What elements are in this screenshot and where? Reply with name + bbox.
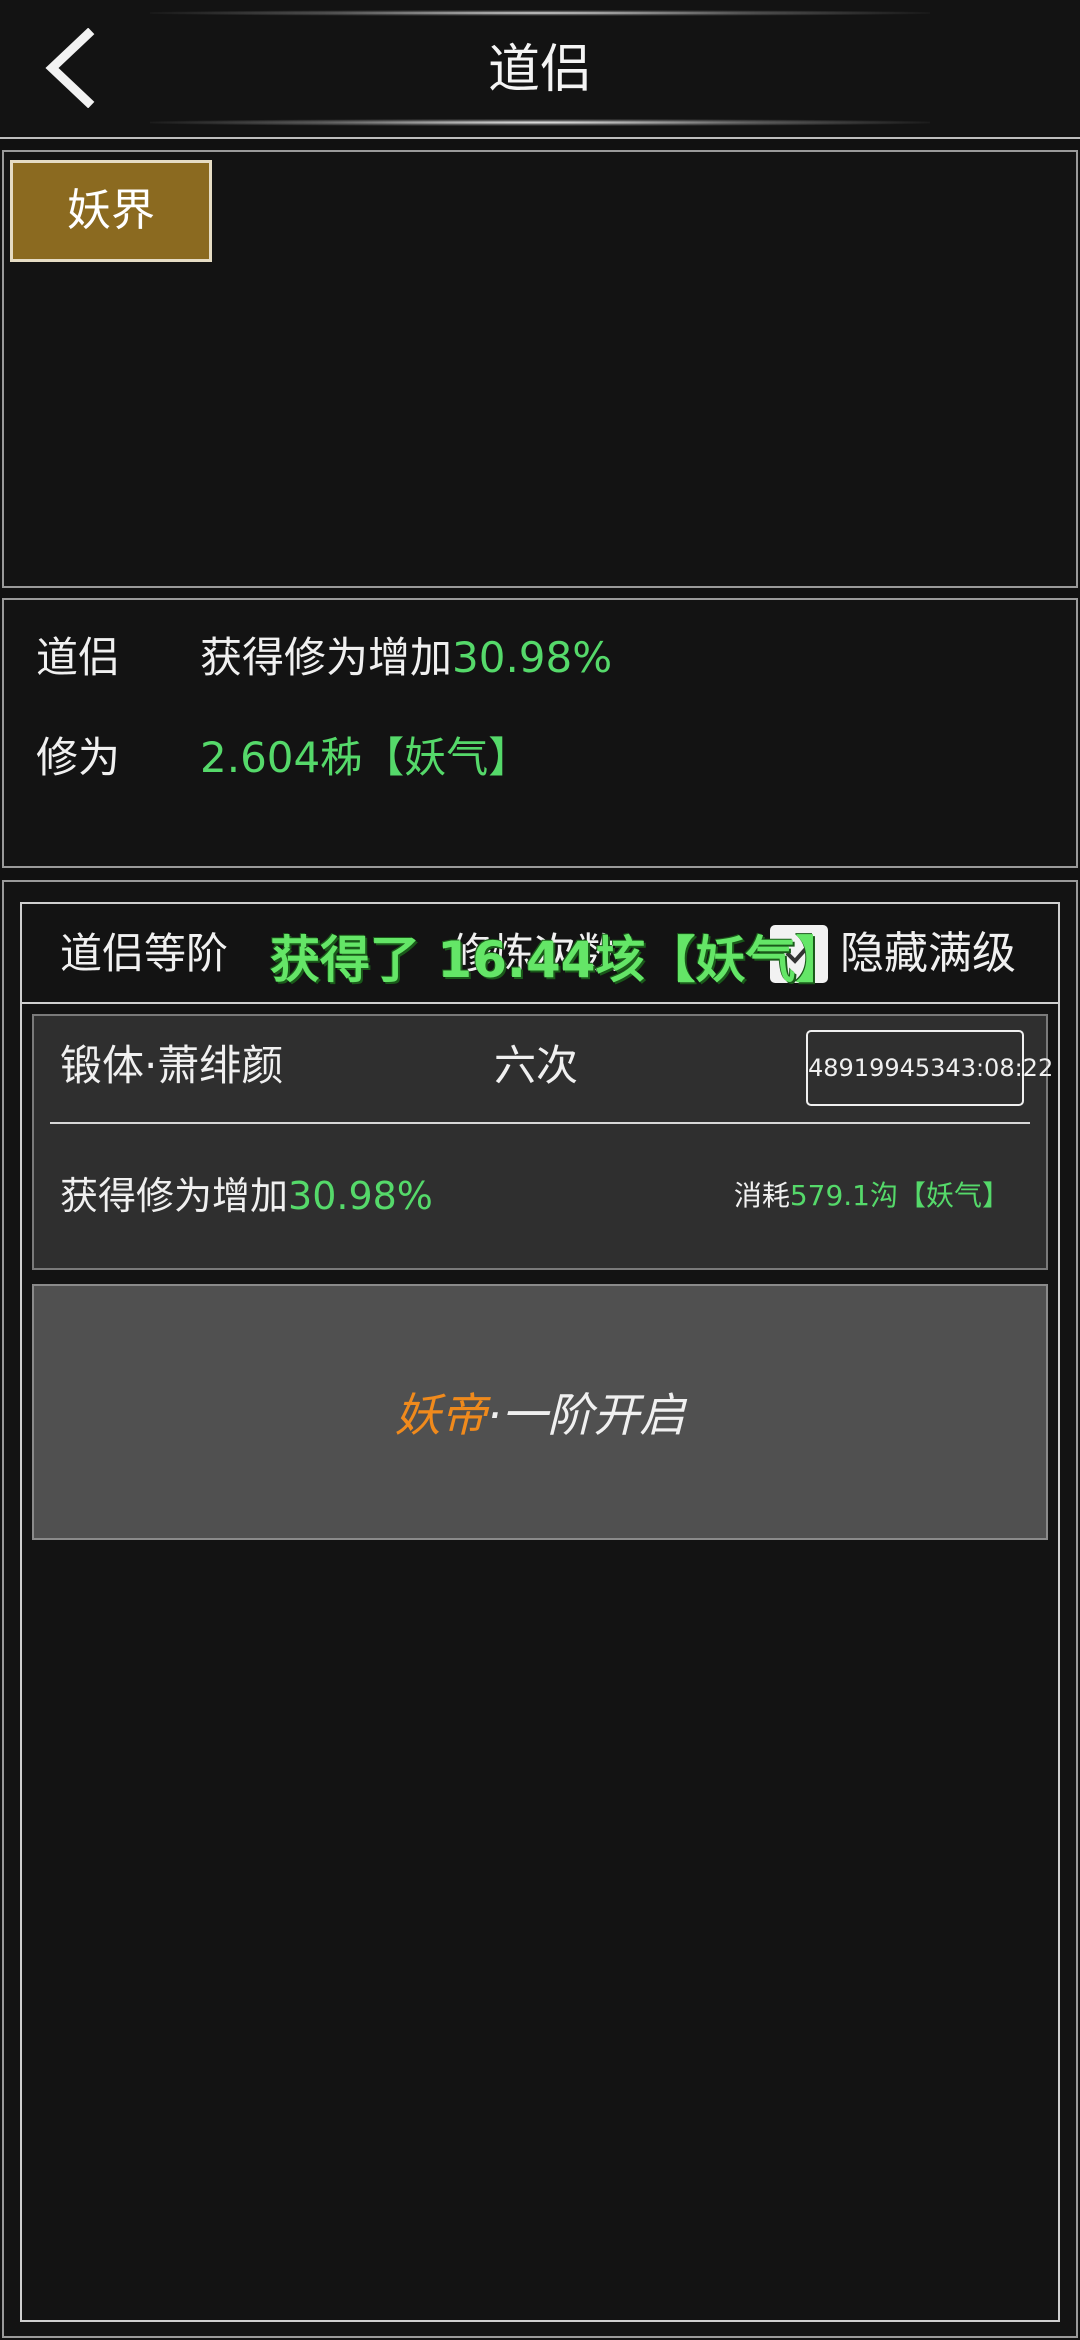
item-effect-text: 获得修为增加 xyxy=(60,1174,289,1218)
item-effect: 获得修为增加30.98% xyxy=(60,1166,433,1226)
training-timer-button[interactable]: 48919945343:08:22 xyxy=(806,1030,1053,1106)
list-header-divider xyxy=(20,1002,1060,1004)
summary-bonus: 获得修为增加30.98% xyxy=(200,628,612,688)
item-cost-label: 消耗 xyxy=(733,1179,790,1212)
item-divider xyxy=(50,1122,1030,1124)
back-button[interactable] xyxy=(30,25,110,115)
item-effect-value: 30.98% xyxy=(288,1174,433,1218)
summary-label-xiuwei: 修为 xyxy=(36,733,121,782)
page-title: 道侣 xyxy=(487,40,592,100)
companion-name: 锻体·萧绯颜 xyxy=(60,1041,284,1090)
summary-bonus-text: 获得修为增加 xyxy=(200,633,453,682)
header-divider xyxy=(0,137,1080,139)
unlock-requirement-card: 妖帝 ·一阶开启 xyxy=(32,1284,1048,1540)
tab-realm-yaojie[interactable]: 妖界 xyxy=(10,160,212,262)
header-glow-top xyxy=(150,10,930,16)
chevron-left-icon xyxy=(40,27,100,112)
column-header-rank: 道侣等阶 xyxy=(60,929,229,978)
item-cost-value: 579.1沟【妖气】 xyxy=(789,1179,1010,1212)
summary-label-daolv: 道侣 xyxy=(36,633,121,682)
summary-bonus-value: 30.98% xyxy=(452,633,613,682)
reward-toast: 获得了 16.44垓【妖气】 xyxy=(270,931,846,989)
training-count: 六次 xyxy=(494,1041,579,1090)
unlock-rank-name: 妖帝 xyxy=(394,1388,487,1442)
summary-xiuwei-value: 2.604秭【妖气】 xyxy=(200,733,531,782)
item-cost: 消耗579.1沟【妖气】 xyxy=(640,1176,1010,1216)
unlock-rank-text: ·一阶开启 xyxy=(486,1388,686,1442)
header-glow-bottom xyxy=(150,119,930,126)
hide-max-level-label: 隐藏满级 xyxy=(840,928,1016,979)
